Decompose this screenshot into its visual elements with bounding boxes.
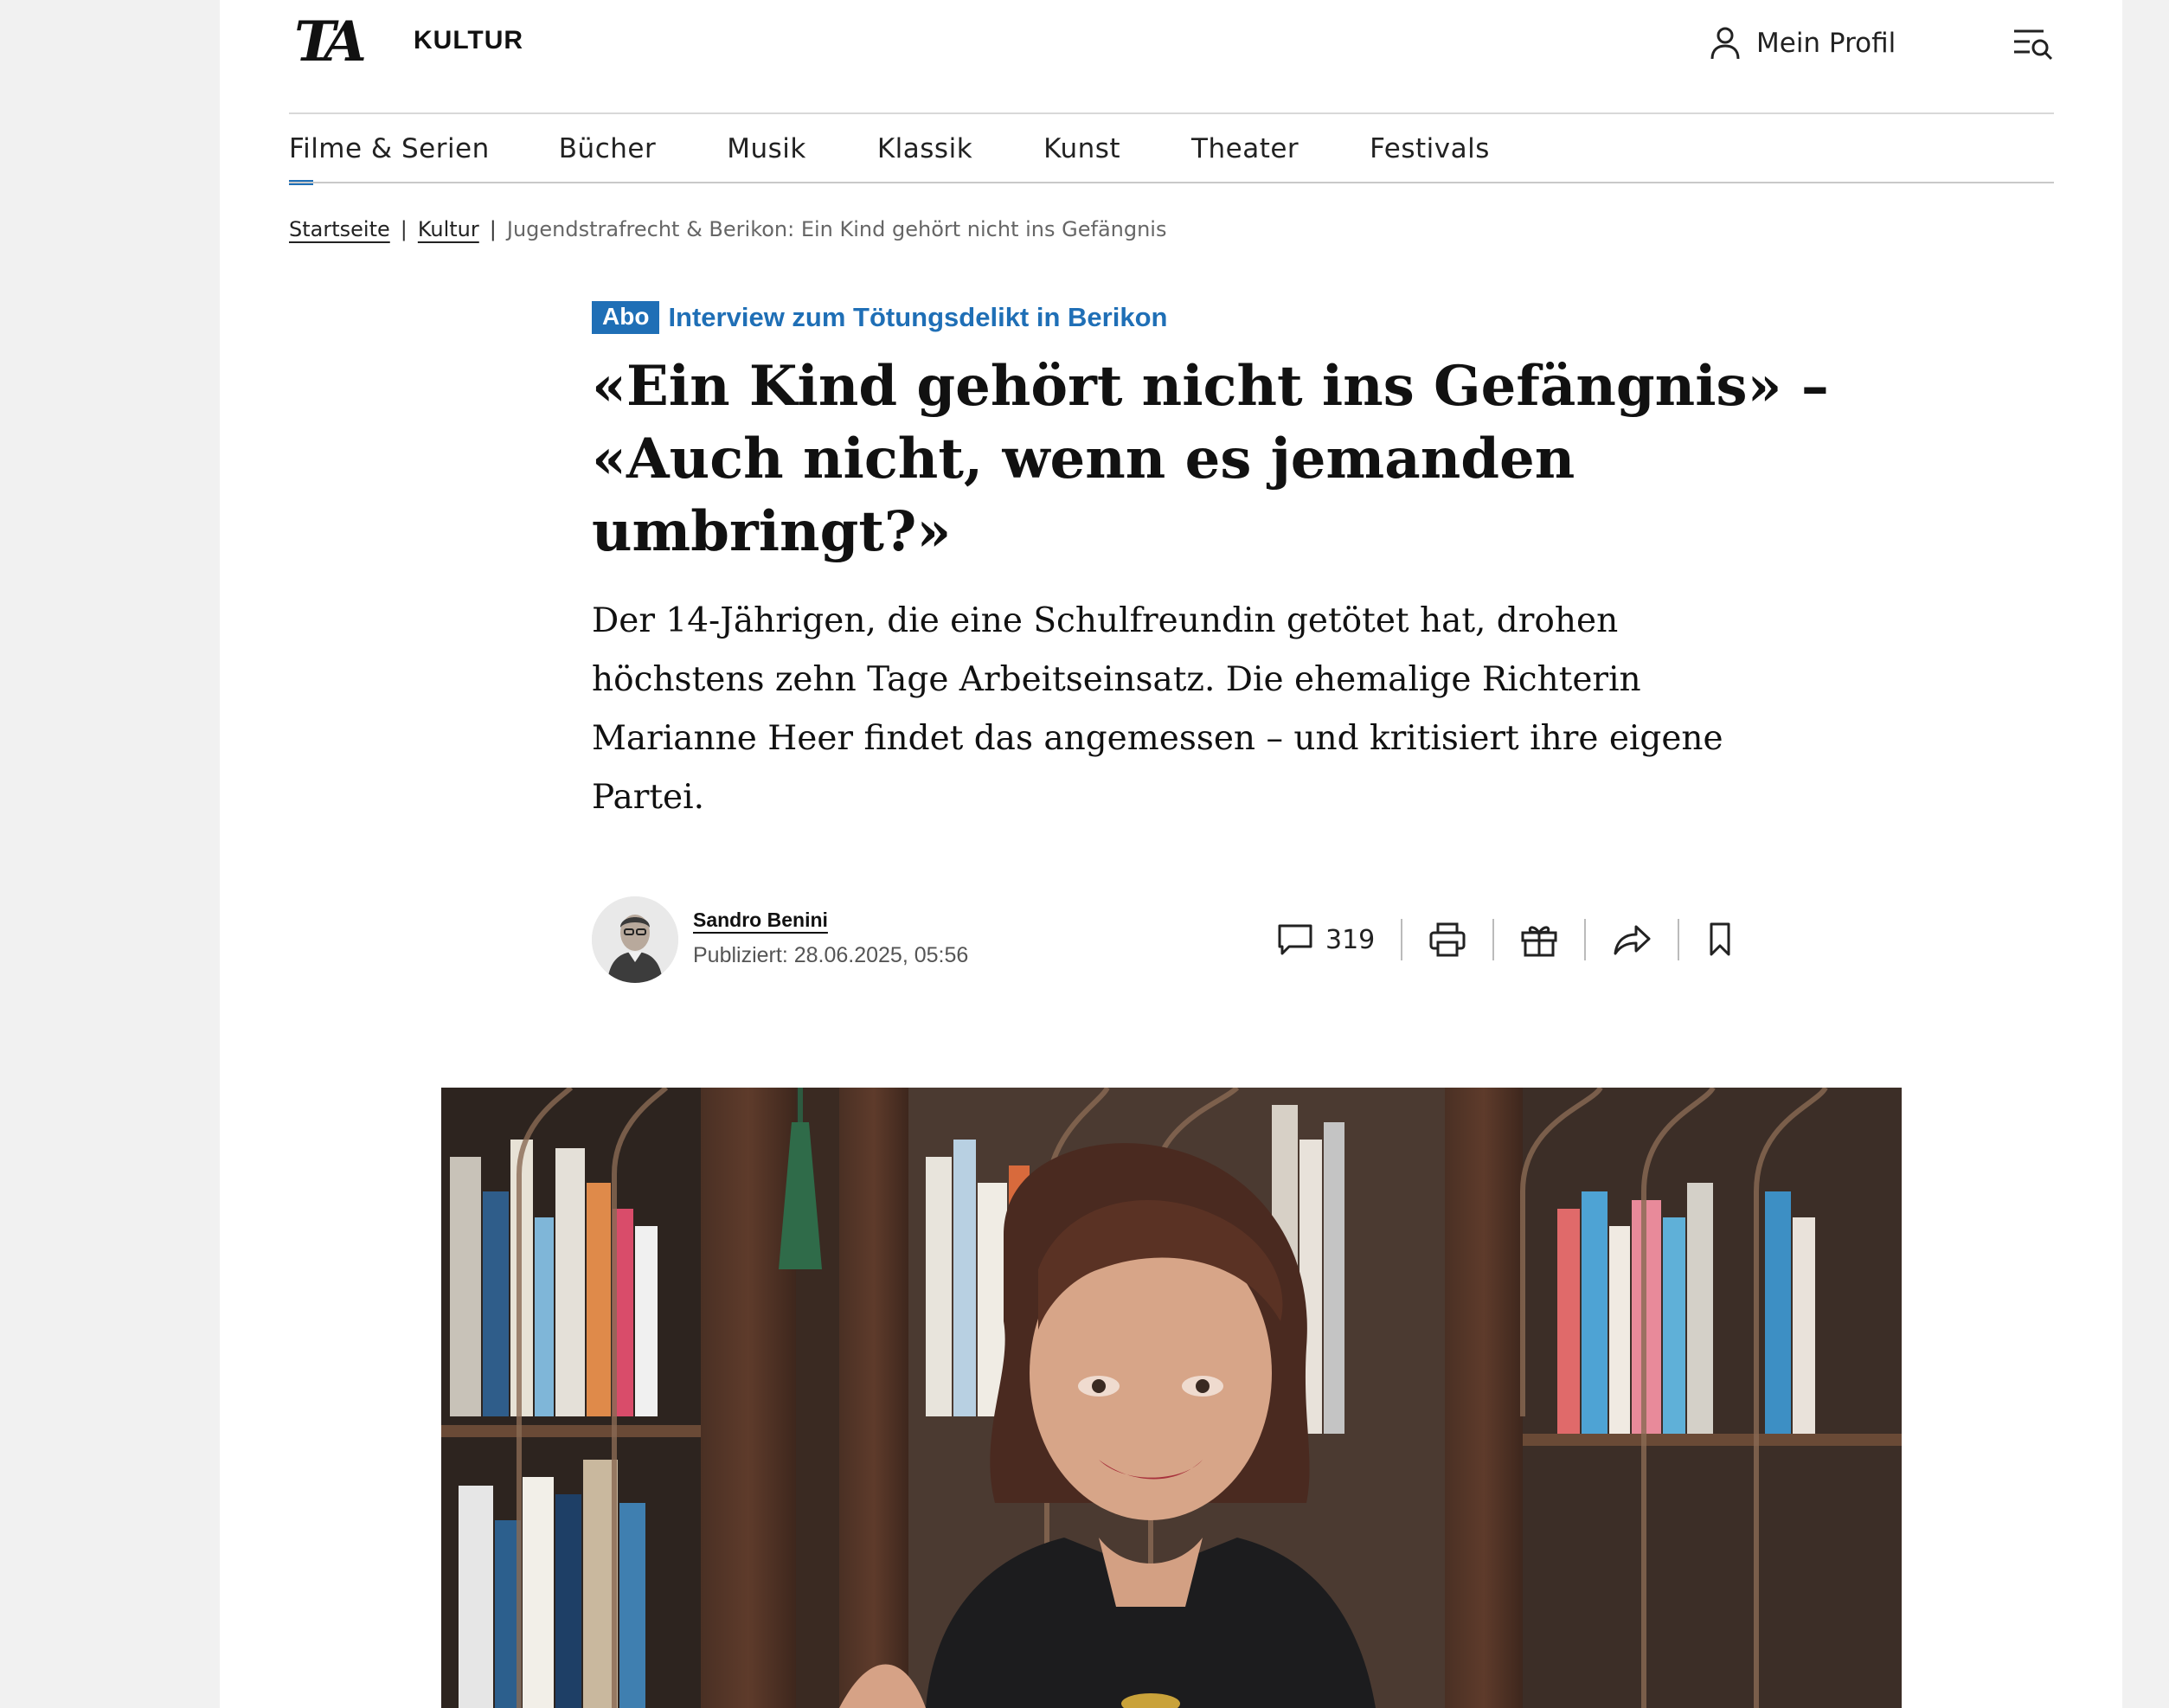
headline-line: «Auch nicht, wenn es jemanden [592,427,1575,491]
profile-label: Mein Profil [1756,28,1896,59]
nav-item-buecher[interactable]: Bücher [559,115,656,183]
logo-text: TA [294,9,367,74]
action-divider [1492,919,1495,960]
action-divider [1584,919,1587,960]
profile-button[interactable]: Mein Profil [1710,22,1896,64]
section-nav: Filme & Serien Bücher Musik Klassik Kuns… [289,115,2054,185]
hero-photo [441,1088,1902,1708]
publish-date: Publiziert: 28.06.2025, 05:56 [693,943,969,967]
author-photo [592,896,678,983]
breadcrumb-current: Jugendstrafrecht & Berikon: Ein Kind geh… [506,217,1167,241]
headline-line: «Ein Kind gehört nicht ins Gefängnis» – [592,354,1829,419]
site-logo[interactable]: TA [289,9,367,74]
article-actions: 319 [1277,915,1735,964]
nav-item-filme-serien[interactable]: Filme & Serien [289,115,490,185]
article-lead: Der 14-Jährigen, die eine Schulfreundin … [592,592,1959,827]
author-name[interactable]: Sandro Benini [693,909,828,932]
comments-button[interactable]: 319 [1277,915,1375,964]
author-avatar[interactable] [592,896,678,983]
menu-search-button[interactable] [2012,26,2054,64]
nav-item-kunst[interactable]: Kunst [1043,115,1120,183]
abo-badge: Abo [592,301,660,334]
breadcrumb-home[interactable]: Startseite [289,217,390,241]
action-divider [1678,919,1680,960]
breadcrumb-section[interactable]: Kultur [418,217,479,241]
comment-count: 319 [1325,924,1376,955]
action-divider [1401,919,1403,960]
page: TA KULTUR Mein Profil Filme & Serien Büc… [220,0,2122,1708]
share-button[interactable] [1612,915,1652,964]
user-icon [1710,27,1740,60]
breadcrumb-separator: | [489,217,497,241]
header-divider [289,112,2054,114]
nav-item-theater[interactable]: Theater [1191,115,1299,183]
hero-image[interactable] [441,1088,1902,1708]
lead-line: Marianne Heer findet das angemessen – un… [592,719,1723,758]
gift-icon [1521,926,1557,957]
article-headline: «Ein Kind gehört nicht ins Gefängnis» – … [592,350,1959,568]
share-icon [1614,925,1651,955]
nav-item-festivals[interactable]: Festivals [1370,115,1490,183]
section-title[interactable]: KULTUR [414,26,523,55]
nav-divider [289,182,2054,183]
kicker-text: Interview zum Tötungsdelikt in Berikon [668,302,1168,332]
headline-line: umbringt?» [592,499,952,564]
comment-icon [1278,924,1312,955]
nav-item-klassik[interactable]: Klassik [877,115,972,183]
lead-line: Der 14-Jährigen, die eine Schulfreundin … [592,601,1619,640]
nav-item-musik[interactable]: Musik [727,115,806,183]
print-icon [1429,922,1466,957]
breadcrumb: Startseite | Kultur | Jugendstrafrecht &… [289,215,1166,244]
menu-search-icon [2014,29,2053,61]
lead-line: Partei. [592,778,705,817]
article-kicker: Abo Interview zum Tötungsdelikt in Berik… [592,301,1167,334]
bookmark-icon [1710,922,1730,956]
print-button[interactable] [1428,915,1466,964]
bookmark-button[interactable] [1705,915,1735,964]
gift-button[interactable] [1520,915,1558,964]
breadcrumb-separator: | [400,217,407,241]
lead-line: höchstens zehn Tage Arbeitseinsatz. Die … [592,660,1641,699]
